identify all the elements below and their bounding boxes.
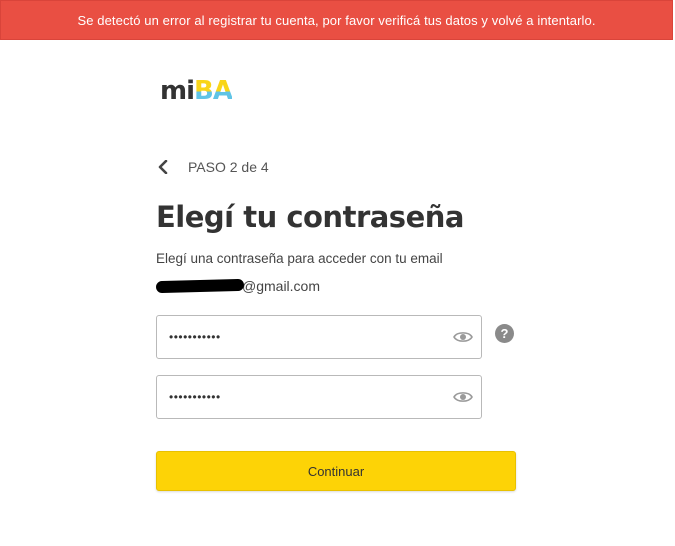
logo-text-mi: mi (160, 76, 195, 106)
step-indicator: PASO 2 de 4 (156, 158, 269, 176)
confirm-password-field[interactable] (156, 375, 482, 419)
miba-logo: mi BA (160, 72, 233, 106)
password-field[interactable] (156, 315, 482, 359)
continue-button[interactable]: Continuar (156, 451, 516, 491)
eye-icon[interactable] (453, 330, 473, 344)
logo-text-ba: BA (194, 76, 233, 106)
eye-icon[interactable] (453, 390, 473, 404)
step-label: PASO 2 de 4 (188, 159, 269, 175)
confirm-password-input[interactable] (157, 376, 449, 418)
password-input[interactable] (157, 316, 449, 358)
error-banner: Se detectó un error al registrar tu cuen… (0, 0, 673, 40)
page-title: Elegí tu contraseña (156, 200, 464, 234)
error-message: Se detectó un error al registrar tu cuen… (77, 12, 596, 28)
page-subtitle: Elegí una contraseña para acceder con tu… (156, 251, 443, 266)
chevron-left-icon[interactable] (156, 158, 170, 176)
email-redaction (155, 278, 245, 294)
help-icon[interactable]: ? (495, 324, 514, 343)
email-domain: @gmail.com (242, 278, 321, 294)
user-email: @gmail.com (155, 278, 321, 294)
